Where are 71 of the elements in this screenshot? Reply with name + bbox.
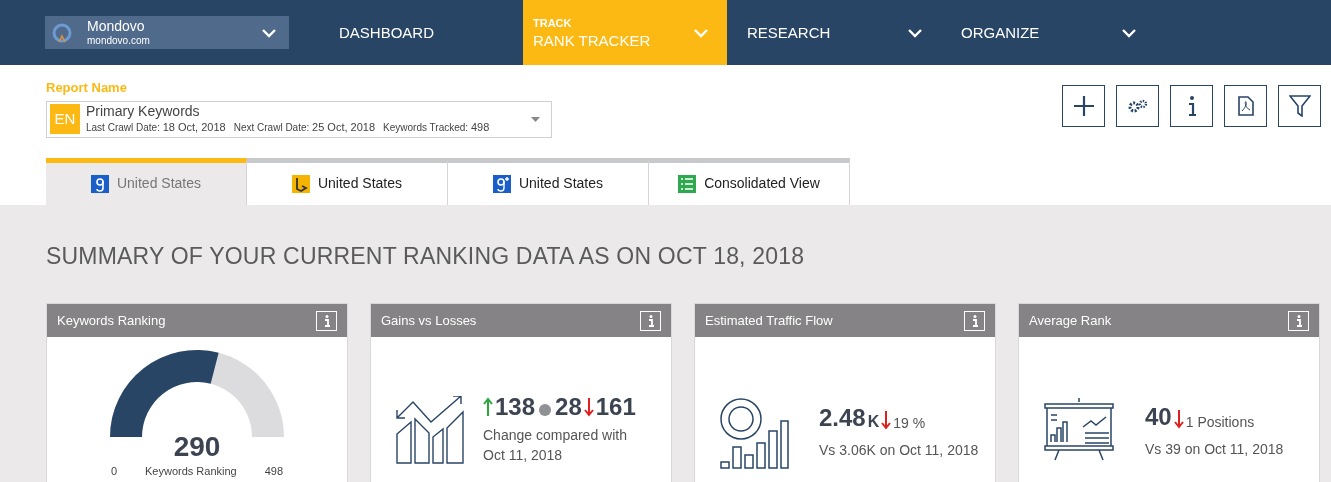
dot-icon bbox=[539, 404, 552, 416]
arrow-up-icon bbox=[483, 397, 493, 417]
gains-count: 138 bbox=[495, 395, 536, 419]
engine-tab[interactable]: Consolidated View bbox=[649, 157, 850, 205]
crawl-meta: Last Crawl Date: 18 Oct, 2018 bbox=[86, 120, 226, 135]
filter-icon bbox=[1288, 95, 1311, 117]
neutral-count: 28 bbox=[555, 395, 582, 419]
info-button[interactable] bbox=[964, 310, 985, 331]
info-button[interactable] bbox=[640, 310, 661, 331]
gauge-min-label: 0 bbox=[110, 464, 117, 479]
toolbar-button[interactable] bbox=[1278, 85, 1321, 127]
brand-logo-icon bbox=[51, 21, 73, 44]
gauge-max-label: 498 bbox=[264, 464, 284, 479]
nav-item[interactable]: DASHBOARD bbox=[329, 0, 513, 65]
gauge-caption: Keywords Ranking bbox=[145, 464, 237, 479]
list-icon bbox=[678, 174, 697, 193]
change-label: 19 % bbox=[893, 415, 926, 430]
arrow-down-icon bbox=[583, 397, 594, 417]
losses-count: 161 bbox=[595, 395, 636, 419]
toolbar-button[interactable] bbox=[1224, 85, 1267, 127]
metric-value: 40 bbox=[1145, 404, 1172, 429]
pdf-file-icon bbox=[1237, 96, 1254, 116]
brand-selector[interactable]: Mondovo mondovo.com bbox=[45, 16, 289, 49]
report-title: Primary Keywords bbox=[86, 103, 201, 121]
comparison-text: Vs 39 on Oct 11, 2018 bbox=[1145, 439, 1284, 459]
card-title: Gains vs Losses bbox=[381, 311, 477, 330]
dropdown-caret-icon bbox=[531, 116, 540, 122]
change-label: 1 Positions bbox=[1185, 414, 1255, 429]
nav-label: RESEARCH bbox=[747, 25, 831, 40]
crawl-meta: Keywords Tracked: 498 bbox=[383, 120, 490, 135]
growth-chart-icon bbox=[395, 396, 467, 464]
nav-label: RANK TRACKER bbox=[533, 32, 651, 48]
brand-name: Mondovo bbox=[87, 17, 146, 35]
card-title: Keywords Ranking bbox=[57, 311, 166, 330]
plus-icon bbox=[1072, 95, 1095, 117]
toolbar-button[interactable] bbox=[1116, 85, 1159, 127]
card-title: Estimated Traffic Flow bbox=[705, 311, 833, 330]
info-button[interactable] bbox=[1288, 310, 1309, 331]
info-icon bbox=[1295, 314, 1302, 327]
card-title: Average Rank bbox=[1029, 311, 1112, 330]
engine-tab[interactable]: United States bbox=[448, 157, 649, 205]
summary-heading: SUMMARY OF YOUR CURRENT RANKING DATA AS ON OCT 18, 2018 bbox=[46, 241, 806, 271]
nav-item[interactable]: RESEARCH bbox=[737, 0, 941, 65]
nav-label: DASHBOARD bbox=[339, 25, 435, 40]
engine-tab[interactable]: United States bbox=[247, 157, 448, 205]
toolbar-button[interactable] bbox=[1062, 85, 1105, 127]
info-button[interactable] bbox=[316, 310, 337, 331]
search-engine-icon bbox=[90, 174, 109, 193]
toolbar-button[interactable] bbox=[1170, 85, 1213, 127]
nav-kicker: TRACK bbox=[533, 17, 573, 29]
social-network-icon bbox=[492, 174, 511, 193]
comparison-text: Change compared with Oct 11, 2018 bbox=[483, 426, 628, 465]
search-engine-icon bbox=[291, 174, 310, 193]
nav-label: ORGANIZE bbox=[961, 25, 1040, 40]
crawl-meta: Next Crawl Date: 25 Oct, 2018 bbox=[233, 120, 376, 135]
unit-label: K bbox=[867, 413, 880, 430]
language-badge: EN bbox=[50, 104, 80, 134]
gears-icon bbox=[1127, 99, 1148, 113]
engine-tab[interactable]: United States bbox=[46, 157, 247, 205]
chevron-down-icon bbox=[261, 27, 277, 38]
nav-item[interactable]: ORGANIZE bbox=[951, 0, 1155, 65]
donut-bar-chart-icon bbox=[719, 397, 789, 469]
info-icon bbox=[1186, 95, 1197, 117]
info-icon bbox=[323, 314, 330, 327]
report-name-label: Report Name bbox=[46, 79, 128, 97]
metric-value: 2.48 bbox=[819, 405, 866, 430]
info-icon bbox=[971, 314, 978, 327]
info-icon bbox=[647, 314, 654, 327]
comparison-text: Vs 3.06K on Oct 11, 2018 bbox=[819, 440, 979, 460]
brand-domain: mondovo.com bbox=[87, 35, 151, 48]
gauge-value: 290 bbox=[173, 433, 221, 461]
